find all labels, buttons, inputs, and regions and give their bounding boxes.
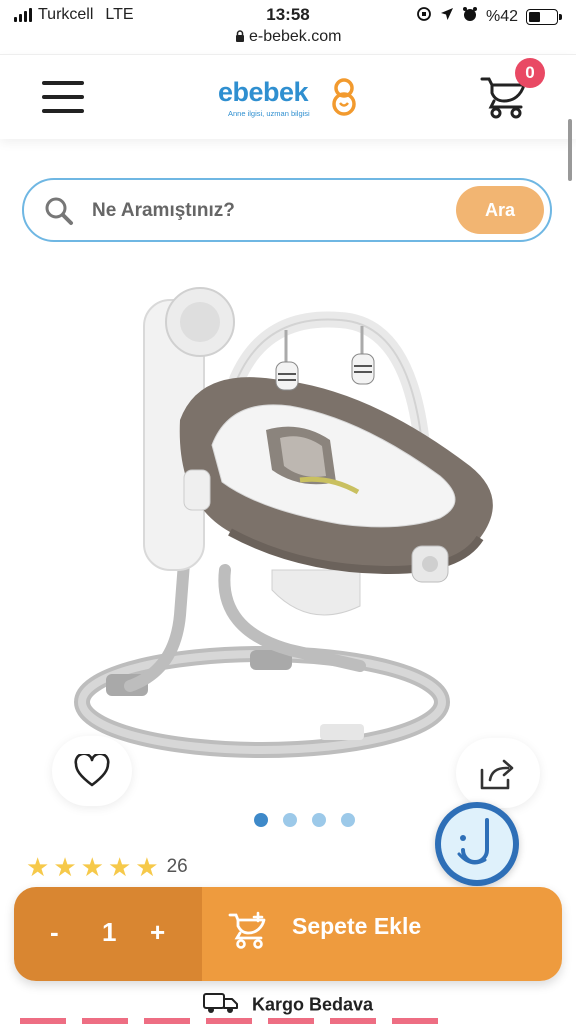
quantity-value[interactable]: 1 (102, 917, 116, 948)
increase-quantity-button[interactable]: + (150, 917, 165, 948)
truck-icon (202, 992, 239, 1019)
search-input[interactable]: Ne Aramıştınız? (92, 200, 235, 222)
logo-tagline: Anne ilgisi, uzman bilgisi (228, 109, 310, 118)
product-title-partial (20, 1018, 440, 1024)
carousel-dot[interactable] (254, 813, 268, 827)
star-icon: ★ (26, 852, 50, 882)
battery-percent: %42 (485, 7, 518, 25)
logo-mark-icon (330, 77, 358, 122)
product-rating[interactable]: ★ ★ ★ ★ ★ 26 (26, 854, 188, 880)
cart-count-badge: 0 (515, 58, 545, 88)
add-to-cart-label: Sepete Ekle (292, 913, 422, 939)
chat-face-icon (441, 808, 513, 880)
add-to-cart-button[interactable]: Sepete Ekle (202, 887, 562, 981)
orientation-lock-icon (416, 6, 432, 27)
lock-icon (235, 28, 249, 45)
product-image[interactable] (40, 270, 540, 790)
location-icon (440, 7, 454, 26)
review-count: 26 (166, 856, 188, 877)
site-header: ebebek Anne ilgisi, uzman bilgisi (0, 54, 576, 181)
menu-icon[interactable] (42, 81, 84, 113)
star-icon: ★ (53, 852, 77, 882)
quantity-stepper: - 1 + (14, 887, 202, 981)
site-logo[interactable]: ebebek Anne ilgisi, uzman bilgisi (218, 77, 368, 123)
add-to-cart-bar: - 1 + Sepete Ekle (14, 887, 562, 981)
star-icon: ★ (107, 852, 132, 882)
search-icon (44, 196, 74, 231)
chat-assistant-button[interactable] (435, 802, 519, 886)
star-icon: ★ (80, 852, 104, 882)
scroll-indicator[interactable] (568, 119, 572, 181)
share-button[interactable] (456, 738, 540, 808)
free-shipping-label: Kargo Bedava (251, 994, 374, 1015)
logo-text: ebebek (218, 77, 309, 107)
decrease-quantity-button[interactable]: - (50, 917, 59, 948)
image-carousel-dots (254, 813, 355, 827)
favorite-button[interactable] (52, 736, 132, 806)
battery-icon (526, 8, 562, 25)
free-shipping-note: Kargo Bedava (0, 992, 576, 1019)
star-icon: ★ (135, 852, 159, 882)
search-button[interactable]: Ara (456, 186, 544, 234)
status-right: %42 (416, 6, 562, 27)
url-text: e-bebek.com (248, 28, 342, 45)
carousel-dot[interactable] (312, 813, 326, 827)
url-bar[interactable]: e-bebek.com (0, 28, 576, 46)
carousel-dot[interactable] (283, 813, 297, 827)
status-bar: Turkcell LTE 13:58 e-bebek.com %42 (0, 0, 576, 52)
search-bar[interactable]: Ne Aramıştınız? Ara (22, 178, 552, 242)
carousel-dot[interactable] (341, 813, 355, 827)
alarm-icon (462, 6, 478, 27)
